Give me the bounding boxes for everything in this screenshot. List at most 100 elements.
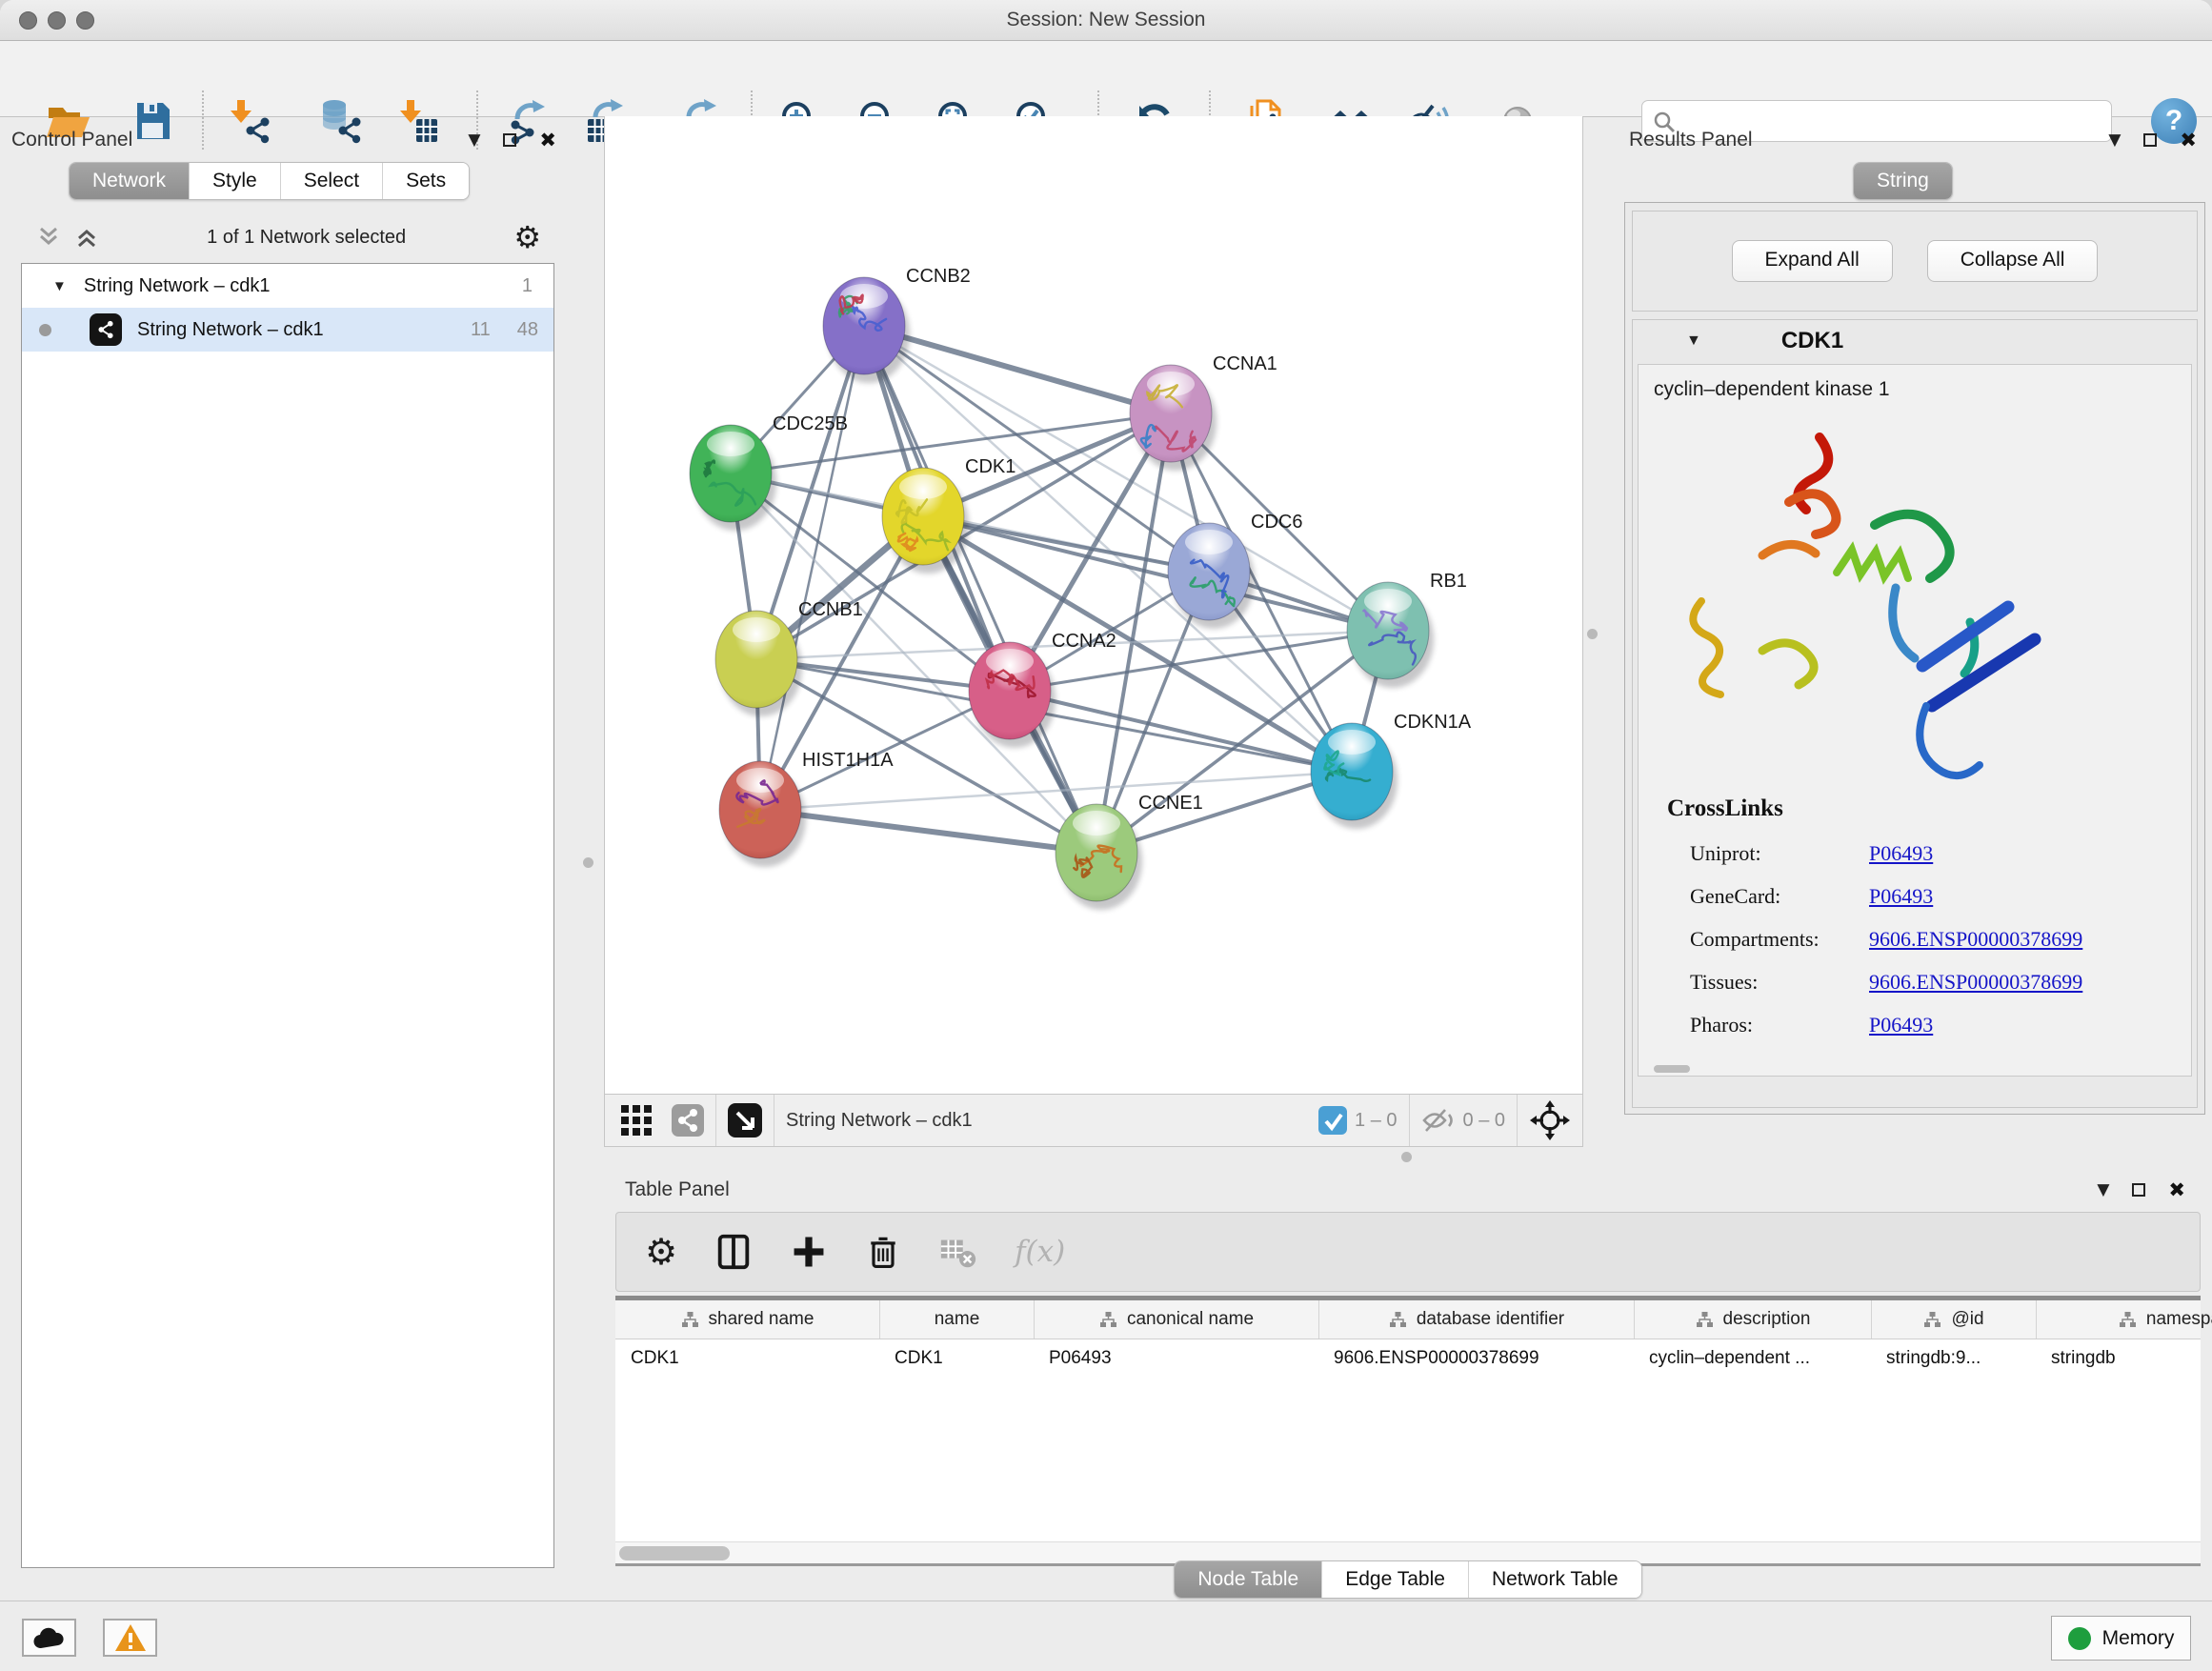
protein-structure-image	[1667, 411, 2115, 792]
edge-CCNB2-CCNA1[interactable]	[864, 326, 1171, 413]
node-label-CCNA1: CCNA1	[1213, 353, 1277, 374]
network-node-CDK1[interactable]: CDK1	[882, 456, 1016, 574]
table-cell[interactable]: P06493	[1034, 1339, 1318, 1378]
column-header-label: canonical name	[1127, 1309, 1254, 1330]
table-scrollbar-thumb[interactable]	[619, 1546, 730, 1560]
network-node-CCNB2[interactable]: CCNB2	[823, 266, 971, 383]
panel-float-icon[interactable]	[2143, 133, 2157, 147]
network-row[interactable]: String Network – cdk1 11 48	[22, 308, 553, 352]
results-panel-tabs: String	[1853, 162, 1953, 200]
collapse-all-networks-icon[interactable]	[36, 225, 61, 250]
fit-selected-crosshair-icon[interactable]	[1529, 1099, 1571, 1141]
column-header-label: shared name	[709, 1309, 814, 1330]
table-cell[interactable]: stringdb	[2036, 1339, 2212, 1378]
panel-float-icon[interactable]	[503, 133, 516, 147]
hidden-eye-icon[interactable]	[1421, 1106, 1456, 1135]
cloud-button[interactable]	[22, 1619, 76, 1657]
column-header-canonical-name[interactable]: canonical name	[1034, 1300, 1318, 1339]
crosslink-link[interactable]: 9606.ENSP00000378699	[1869, 970, 2082, 994]
bottom-splitter-handle[interactable]	[1401, 1152, 1412, 1162]
network-node-CCNE1[interactable]: CCNE1	[1056, 793, 1203, 910]
crosslink-link[interactable]: P06493	[1869, 884, 1933, 908]
edge-CCNB2-CCNE1[interactable]	[864, 326, 1096, 853]
crosslink-row: Pharos:P06493	[1639, 1003, 2191, 1046]
crosslink-link[interactable]: P06493	[1869, 1013, 1933, 1037]
tab-edge-table[interactable]: Edge Table	[1321, 1561, 1468, 1598]
network-share-icon[interactable]	[672, 1104, 704, 1137]
tab-string[interactable]: String	[1854, 163, 1952, 199]
panel-close-icon[interactable]: ✖	[539, 129, 556, 151]
column-header-name[interactable]: name	[879, 1300, 1034, 1339]
crosslink-label: Tissues:	[1690, 970, 1869, 995]
warning-icon	[114, 1623, 147, 1652]
add-column-icon[interactable]	[790, 1233, 828, 1271]
network-node-RB1[interactable]: RB1	[1347, 571, 1467, 688]
network-node-CCNA2[interactable]: CCNA2	[969, 631, 1116, 748]
network-collection-row[interactable]: ▼ String Network – cdk1 1	[22, 264, 553, 308]
expand-all-networks-icon[interactable]	[74, 225, 99, 250]
column-header-namespace[interactable]: namespace	[2036, 1300, 2212, 1339]
function-builder-icon[interactable]: f(x)	[1015, 1235, 1065, 1269]
table-options-gear-icon[interactable]: ⚙	[645, 1234, 677, 1270]
network-view-toolbar: String Network – cdk1 1 – 0 0 – 0	[604, 1094, 1583, 1147]
memory-button[interactable]: Memory	[2051, 1616, 2191, 1661]
crosslink-link[interactable]: 9606.ENSP00000378699	[1869, 927, 2082, 951]
table-cell[interactable]: 9606.ENSP00000378699	[1318, 1339, 1634, 1378]
network-node-CDKN1A[interactable]: CDKN1A	[1311, 712, 1472, 829]
column-header-shared-name[interactable]: shared name	[615, 1300, 879, 1339]
panel-collapse-icon[interactable]: ▼	[468, 131, 480, 150]
table-row[interactable]: CDK1CDK1P064939606.ENSP00000378699cyclin…	[615, 1339, 2201, 1378]
column-header-database-identifier[interactable]: database identifier	[1318, 1300, 1634, 1339]
network-node-CCNA1[interactable]: CCNA1	[1130, 353, 1277, 471]
panel-collapse-icon[interactable]: ▼	[2108, 131, 2121, 150]
crosslink-link[interactable]: P06493	[1869, 841, 1933, 865]
window-title: Session: New Session	[0, 9, 2212, 31]
left-splitter-handle[interactable]	[583, 857, 593, 868]
tab-network[interactable]: Network	[70, 163, 189, 199]
show-columns-icon[interactable]	[714, 1232, 754, 1272]
panel-close-icon[interactable]: ✖	[2180, 129, 2197, 151]
column-type-icon	[1696, 1311, 1714, 1329]
tab-select[interactable]: Select	[280, 163, 382, 199]
column-header-@id[interactable]: @id	[1871, 1300, 2036, 1339]
warnings-button[interactable]	[103, 1619, 157, 1657]
gene-section-header[interactable]: ▼ CDK1	[1633, 320, 2197, 362]
network-node-CCNB1[interactable]: CCNB1	[715, 599, 863, 716]
panel-close-icon[interactable]: ✖	[2168, 1178, 2185, 1201]
collapse-all-button[interactable]: Collapse All	[1927, 240, 2099, 282]
column-header-description[interactable]: description	[1634, 1300, 1871, 1339]
selected-checkbox-icon[interactable]	[1318, 1106, 1347, 1135]
results-scrollbar-thumb[interactable]	[1654, 1065, 1690, 1073]
tab-style[interactable]: Style	[189, 163, 280, 199]
table-cell[interactable]: CDK1	[615, 1339, 879, 1378]
collection-expand-icon[interactable]: ▼	[52, 278, 67, 294]
delete-table-icon[interactable]	[938, 1232, 978, 1272]
edge-CCNB2-HIST1H1A[interactable]	[760, 326, 864, 810]
table-cell[interactable]: CDK1	[879, 1339, 1034, 1378]
tab-node-table[interactable]: Node Table	[1175, 1561, 1321, 1598]
right-splitter-handle[interactable]	[1587, 629, 1598, 639]
network-canvas[interactable]: CCNB2CCNA1CDC25BCDK1CDC6RB1CCNB1CCNA2CDK…	[604, 116, 1583, 1094]
column-type-icon	[1099, 1311, 1117, 1329]
main-toolbar: ?	[0, 41, 2212, 117]
table-cell[interactable]: cyclin–dependent ...	[1634, 1339, 1871, 1378]
tab-network-table[interactable]: Network Table	[1468, 1561, 1641, 1598]
crosslinks-section: CrossLinks Uniprot:P06493GeneCard:P06493…	[1639, 795, 2191, 1046]
delete-column-trash-icon[interactable]	[864, 1233, 902, 1271]
gene-expand-icon[interactable]: ▼	[1686, 332, 1701, 350]
birdseye-view-icon[interactable]	[728, 1103, 762, 1137]
panel-float-icon[interactable]	[2132, 1183, 2145, 1197]
panel-collapse-icon[interactable]: ▼	[2097, 1180, 2109, 1199]
edge-HIST1H1A-CCNE1[interactable]	[760, 810, 1096, 853]
table-panel: Table Panel ▼ ✖ ⚙ f(x) shared namenameca…	[604, 1174, 2212, 1601]
edge-CCNA2-CDKN1A[interactable]	[1010, 691, 1352, 772]
control-panel: Control Panel ▼ ✖ Network Style Select S…	[11, 124, 564, 1580]
table-cell[interactable]: stringdb:9...	[1871, 1339, 2036, 1378]
crosslink-row: GeneCard:P06493	[1639, 875, 2191, 917]
network-options-gear-icon[interactable]: ⚙	[513, 222, 541, 252]
tab-sets[interactable]: Sets	[382, 163, 469, 199]
grid-view-icon[interactable]	[620, 1104, 653, 1137]
expand-all-button[interactable]: Expand All	[1732, 240, 1893, 282]
table-panel-tabs: Node Table Edge Table Network Table	[1174, 1560, 1641, 1599]
network-node-HIST1H1A[interactable]: HIST1H1A	[719, 750, 894, 867]
